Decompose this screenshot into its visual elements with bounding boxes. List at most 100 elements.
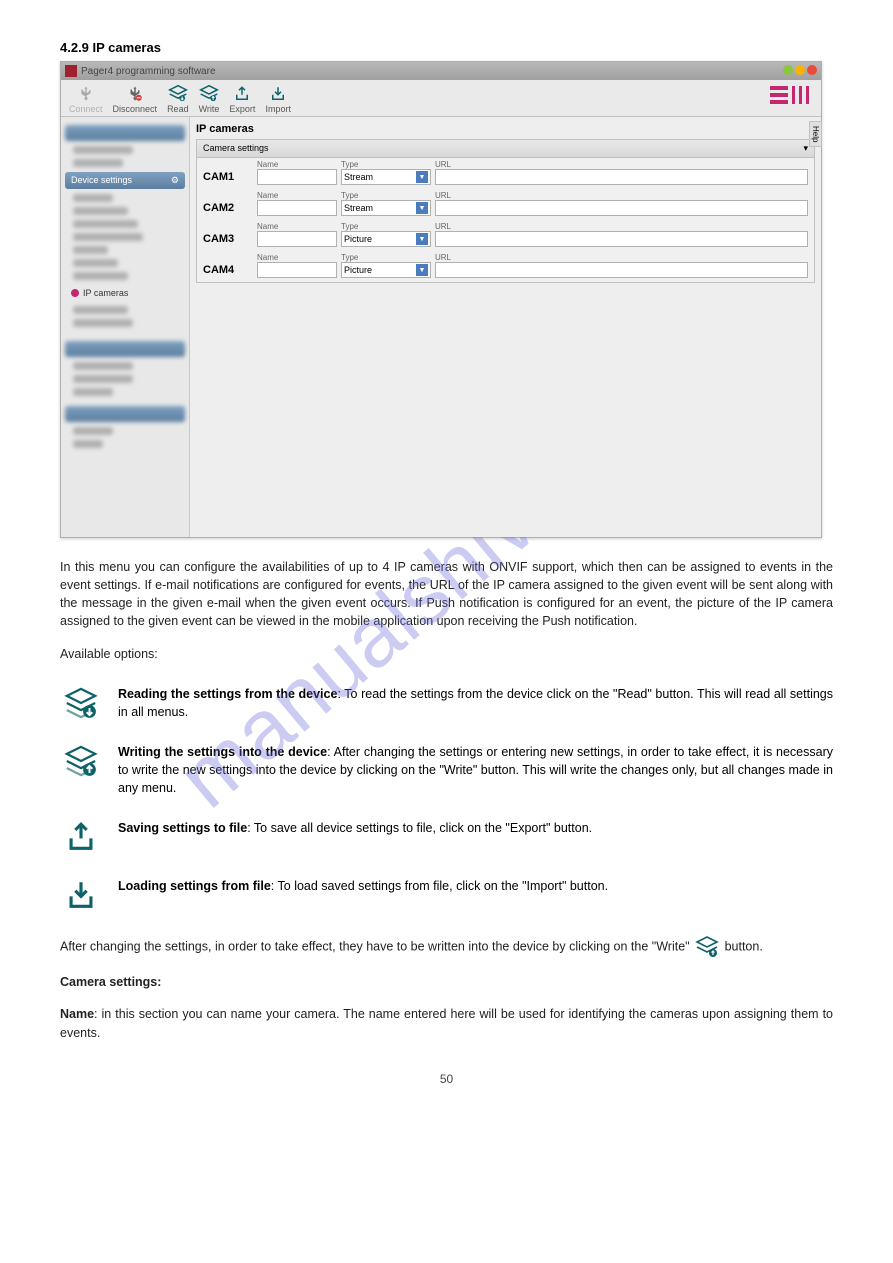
minimize-icon[interactable]: [783, 65, 793, 75]
field-label: Name: [257, 160, 337, 169]
field-label: URL: [435, 191, 808, 200]
export-button[interactable]: Export: [229, 84, 255, 114]
sidebar-item-ip-cameras[interactable]: IP cameras: [65, 285, 185, 301]
paragraph-name: Name: in this section you can name your …: [60, 1005, 833, 1041]
read-button[interactable]: Read: [167, 84, 189, 114]
cam-type-select[interactable]: Picture ▼: [341, 262, 431, 278]
cam-name-input[interactable]: [257, 169, 337, 185]
select-value: Picture: [344, 265, 372, 275]
disconnect-button[interactable]: Disconnect: [113, 84, 158, 114]
import-button[interactable]: Import: [265, 84, 291, 114]
sidebar-item-label: IP cameras: [83, 288, 128, 298]
select-value: Stream: [344, 203, 373, 213]
cam-label: CAM2: [203, 202, 253, 216]
toolbar-label: Read: [167, 104, 189, 114]
cam-url-input[interactable]: [435, 231, 808, 247]
cam-row-3: CAM3 Name Type Picture▼ URL: [197, 220, 814, 251]
sidebar: Device settings⚙ IP cameras: [61, 117, 189, 537]
cam-row-4: CAM4 Name Type Picture▼ URL: [197, 251, 814, 282]
import-icon: [268, 84, 288, 104]
chevron-down-icon: ▾: [803, 143, 808, 154]
paragraph-buttons-intro: Available options:: [60, 645, 833, 663]
title-bar: Pager4 programming software: [61, 62, 821, 80]
button-descriptions: Reading the settings from the device : To…: [60, 685, 833, 914]
chevron-down-icon: ▼: [416, 202, 428, 214]
desc-body: : To load saved settings from file, clic…: [271, 879, 608, 893]
read-icon: [60, 685, 102, 721]
chevron-down-icon: ▼: [416, 171, 428, 183]
export-icon: [232, 84, 252, 104]
sidebar-label: Device settings: [71, 175, 132, 186]
field-label: URL: [435, 222, 808, 231]
help-tab[interactable]: Help: [809, 121, 822, 147]
desc-text: Saving settings to file: To save all dev…: [118, 819, 592, 837]
cam-name-input[interactable]: [257, 262, 337, 278]
cam-type-select[interactable]: Picture▼: [341, 231, 431, 247]
toolbar: Connect Disconnect Read Write: [61, 80, 821, 117]
write-button[interactable]: Write: [199, 84, 220, 114]
field-label: Type: [341, 191, 431, 200]
desc-export: Saving settings to file: To save all dev…: [60, 819, 833, 855]
cam-url-input[interactable]: [435, 169, 808, 185]
cam-label: CAM1: [203, 171, 253, 185]
field-label: Name: [257, 191, 337, 200]
write-icon: [199, 84, 219, 104]
toolbar-label: Disconnect: [113, 104, 158, 114]
field-label: Name: [257, 222, 337, 231]
export-icon: [60, 819, 102, 855]
cam-name-input[interactable]: [257, 231, 337, 247]
active-dot-icon: [71, 289, 79, 297]
window-title: Pager4 programming software: [81, 66, 216, 77]
field-label: Name: [257, 253, 337, 262]
panel-title: IP cameras: [196, 123, 815, 135]
cam-url-input[interactable]: [435, 262, 808, 278]
tell-logo: [770, 86, 811, 104]
field-label: Type: [341, 160, 431, 169]
cam-name-input[interactable]: [257, 200, 337, 216]
sidebar-section[interactable]: [65, 406, 185, 422]
desc-label: Writing the settings into the device: [118, 745, 327, 759]
hint-part1: After changing the settings, in order to…: [60, 940, 690, 954]
desc-label: Reading the settings from the device: [118, 687, 337, 701]
select-value: Stream: [344, 172, 373, 182]
chevron-down-icon: ▼: [416, 264, 428, 276]
desc-text: Writing the settings into the device: Af…: [118, 743, 833, 797]
write-icon: [60, 743, 102, 779]
paragraph-intro: In this menu you can configure the avail…: [60, 558, 833, 631]
camera-settings-box: Camera settings ▾ CAM1 Name Type Stream ▼…: [196, 139, 815, 283]
desc-label: Saving settings to file: [118, 821, 247, 835]
sidebar-section[interactable]: [65, 125, 185, 141]
connect-button[interactable]: Connect: [69, 84, 103, 114]
toolbar-label: Connect: [69, 104, 103, 114]
sidebar-section[interactable]: [65, 341, 185, 357]
field-name-body: : in this section you can name your came…: [60, 1007, 833, 1039]
field-label: Type: [341, 222, 431, 231]
cam-row-2: CAM2 Name Type Stream ▼ URL: [197, 189, 814, 220]
camera-settings-header[interactable]: Camera settings ▾: [197, 140, 814, 158]
sidebar-section-device-settings[interactable]: Device settings⚙: [65, 172, 185, 189]
maximize-icon[interactable]: [795, 65, 805, 75]
field-label: URL: [435, 160, 808, 169]
subsection-title: Camera settings:: [60, 973, 833, 991]
field-label: URL: [435, 253, 808, 262]
app-icon: [65, 65, 77, 77]
cam-type-select[interactable]: Stream ▼: [341, 200, 431, 216]
field-name-label: Name: [60, 1007, 94, 1021]
hint-part2: button.: [725, 940, 763, 954]
desc-text: Loading settings from file: To load save…: [118, 877, 608, 895]
desc-body: : To save all device settings to file, c…: [247, 821, 592, 835]
chevron-down-icon: ▼: [416, 233, 428, 245]
cam-row-1: CAM1 Name Type Stream ▼ URL: [197, 158, 814, 189]
section-number: 4.2.9 IP cameras: [60, 40, 833, 55]
paragraph-write-hint: After changing the settings, in order to…: [60, 935, 833, 959]
toolbar-label: Write: [199, 104, 220, 114]
app-window: Pager4 programming software Connect Disc…: [60, 61, 822, 538]
desc-write: Writing the settings into the device: Af…: [60, 743, 833, 797]
page-number: 50: [60, 1072, 833, 1086]
close-icon[interactable]: [807, 65, 817, 75]
usb-icon: [76, 84, 96, 104]
desc-label: Loading settings from file: [118, 879, 271, 893]
usb-disconnect-icon: [125, 84, 145, 104]
cam-url-input[interactable]: [435, 200, 808, 216]
cam-type-select[interactable]: Stream ▼: [341, 169, 431, 185]
